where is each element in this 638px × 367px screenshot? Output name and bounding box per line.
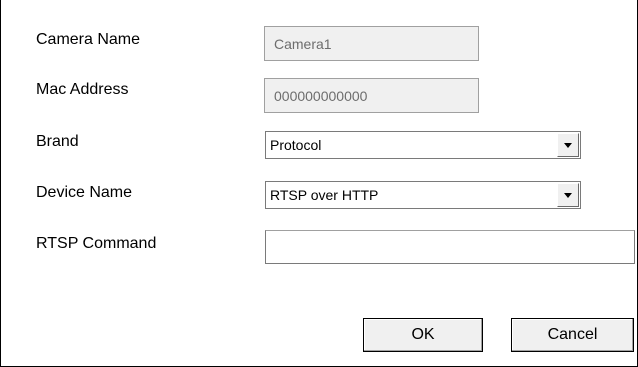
device-name-select-value: RTSP over HTTP bbox=[270, 187, 379, 203]
mac-address-label: Mac Address bbox=[36, 81, 129, 98]
brand-select[interactable]: Protocol bbox=[265, 131, 581, 159]
device-name-select[interactable]: RTSP over HTTP bbox=[265, 181, 581, 209]
brand-label: Brand bbox=[36, 133, 79, 150]
ok-button[interactable]: OK bbox=[363, 318, 483, 352]
rtsp-command-input[interactable] bbox=[265, 230, 635, 264]
brand-select-value: Protocol bbox=[270, 137, 322, 153]
device-name-label: Device Name bbox=[36, 184, 133, 201]
camera-name-label: Camera Name bbox=[36, 31, 141, 48]
chevron-down-icon[interactable] bbox=[557, 133, 579, 157]
rtsp-command-label: RTSP Command bbox=[36, 235, 157, 252]
cancel-button[interactable]: Cancel bbox=[511, 318, 634, 352]
camera-name-field: Camera1 bbox=[264, 26, 479, 61]
mac-address-field: 000000000000 bbox=[264, 78, 479, 113]
camera-settings-dialog: Camera Name Camera1 Mac Address 00000000… bbox=[0, 0, 638, 367]
chevron-down-icon[interactable] bbox=[557, 183, 579, 207]
